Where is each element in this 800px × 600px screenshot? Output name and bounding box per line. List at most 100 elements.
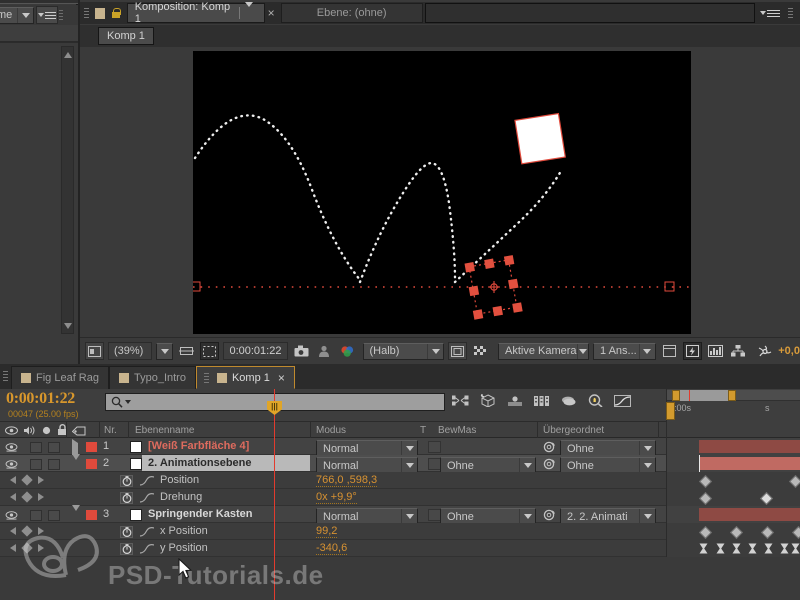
timeline-current-time[interactable]: 0:00:01:22 — [6, 390, 75, 408]
property-value[interactable]: 99,2 — [316, 525, 338, 538]
layer-duration-bar[interactable] — [699, 440, 800, 453]
current-time-field[interactable]: 0:00:01:22 — [223, 342, 288, 360]
region-of-interest-icon[interactable] — [177, 342, 196, 360]
layer-track[interactable] — [666, 506, 800, 523]
table-row[interactable]: 1 [Weiß Farbfläche 4] Normal Ohne — [0, 438, 800, 464]
panel-grip[interactable] — [2, 369, 9, 383]
left-panel-dropdown[interactable]: me — [0, 6, 34, 24]
layer-name[interactable]: 2. Animationsebene — [148, 457, 252, 469]
always-preview-icon[interactable] — [85, 342, 104, 360]
graph-editor-set-icon[interactable] — [140, 493, 154, 503]
frame-blending-icon[interactable] — [533, 392, 550, 409]
channel-icon[interactable] — [338, 342, 357, 360]
property-value[interactable]: 0x +9,9° — [316, 491, 357, 504]
keyframe-marker[interactable] — [699, 475, 712, 488]
layer-duration-bar[interactable] — [699, 508, 800, 521]
table-row[interactable]: Position 766,0 ,598,3 — [0, 472, 800, 489]
pickwhip-icon[interactable] — [543, 509, 555, 521]
label-color-swatch[interactable] — [86, 510, 97, 520]
left-panel-scrollbar[interactable] — [61, 46, 74, 334]
keyframe-navigator[interactable] — [10, 491, 44, 503]
keyframe-marker[interactable] — [730, 526, 743, 539]
close-icon[interactable]: × — [278, 371, 285, 385]
motion-blur-icon[interactable] — [560, 392, 577, 409]
transparency-grid-icon[interactable] — [200, 342, 220, 360]
layer-name[interactable]: [Weiß Farbfläche 4] — [148, 440, 249, 452]
solo-toggle[interactable] — [30, 510, 42, 521]
eye-icon[interactable] — [5, 459, 18, 469]
table-row[interactable]: 2 2. Animationsebene Normal Ohne Ohne — [0, 454, 800, 477]
tab-fig-leaf-rag[interactable]: Fig Leaf Rag — [11, 366, 109, 389]
title-safe-icon[interactable] — [448, 342, 468, 360]
tab-typo-intro[interactable]: Typo_Intro — [108, 366, 196, 389]
graph-editor-icon[interactable] — [614, 392, 631, 409]
hide-shy-icon[interactable] — [506, 392, 523, 409]
label-color-swatch[interactable] — [86, 442, 97, 452]
eye-icon[interactable] — [5, 442, 18, 452]
hold-keyframe-marker[interactable] — [748, 543, 757, 554]
table-row[interactable]: Drehung 0x +9,9° — [0, 489, 800, 506]
keyframe-navigator[interactable] — [10, 525, 44, 537]
work-area-start-handle[interactable] — [672, 390, 680, 401]
composition-viewer[interactable] — [80, 47, 800, 337]
property-name[interactable]: y Position — [160, 542, 208, 554]
lock-toggle[interactable] — [48, 459, 60, 470]
hold-keyframe-marker[interactable] — [780, 543, 789, 554]
table-row[interactable]: y Position -340,6 — [0, 540, 800, 557]
property-track[interactable] — [666, 472, 800, 489]
views-dropdown[interactable]: 1 Ans... — [593, 342, 656, 360]
graph-editor-set-icon[interactable] — [140, 527, 154, 537]
eye-icon[interactable] — [5, 510, 18, 520]
layer-track[interactable] — [666, 438, 800, 455]
keyframe-navigator[interactable] — [10, 474, 44, 486]
composition-panel-menu[interactable] — [757, 4, 800, 22]
comp-flowchart-icon[interactable] — [729, 342, 748, 360]
lock-toggle[interactable] — [48, 510, 60, 521]
work-area-fill[interactable] — [675, 390, 735, 401]
stopwatch-icon[interactable] — [120, 492, 133, 504]
pickwhip-icon[interactable] — [543, 458, 555, 470]
subtab-komp1[interactable]: Komp 1 — [98, 27, 154, 45]
keyframe-marker[interactable] — [699, 526, 712, 539]
resolution-dropdown[interactable]: (Halb) — [362, 342, 445, 360]
property-name[interactable]: Drehung — [160, 491, 202, 503]
property-name[interactable]: Position — [160, 474, 199, 486]
hold-keyframe-marker[interactable] — [732, 543, 741, 554]
timeline-playhead[interactable]: ||| — [267, 389, 282, 600]
hold-keyframe-marker[interactable] — [716, 543, 725, 554]
lock-icon[interactable] — [110, 7, 121, 20]
chevron-down-icon[interactable] — [245, 2, 256, 19]
property-track[interactable] — [666, 523, 800, 540]
work-area-end-handle[interactable] — [728, 390, 736, 401]
keyframe-marker-selected[interactable] — [760, 492, 773, 505]
grid-guides-icon[interactable] — [471, 342, 490, 360]
keyframe-marker[interactable] — [699, 492, 712, 505]
lock-toggle[interactable] — [48, 442, 60, 453]
tab-ebene-ohne[interactable]: Ebene: (ohne) — [280, 3, 423, 23]
property-name[interactable]: x Position — [160, 525, 208, 537]
graph-editor-set-icon[interactable] — [140, 544, 154, 554]
property-track[interactable] — [666, 489, 800, 506]
property-track[interactable] — [666, 540, 800, 557]
pixel-aspect-icon[interactable] — [660, 342, 679, 360]
keyframe-marker[interactable] — [792, 526, 800, 539]
panel-grip[interactable] — [83, 6, 90, 20]
scroll-down-icon[interactable] — [62, 319, 73, 332]
stopwatch-icon[interactable] — [120, 526, 133, 538]
keyframe-navigator[interactable] — [10, 542, 44, 554]
panel-menu-icon[interactable] — [36, 6, 58, 24]
pickwhip-icon[interactable] — [543, 441, 555, 453]
scroll-up-icon[interactable] — [62, 48, 73, 61]
keyframe-marker[interactable] — [761, 526, 774, 539]
stopwatch-icon[interactable] — [120, 475, 133, 487]
brainstorm-icon[interactable] — [587, 392, 604, 409]
layer-duration-bar[interactable] — [699, 457, 800, 470]
hold-keyframe-marker[interactable] — [791, 543, 800, 554]
tab-grip[interactable] — [203, 371, 210, 385]
panel-grip[interactable] — [58, 4, 64, 26]
graph-editor-set-icon[interactable] — [140, 476, 154, 486]
work-area-bar[interactable] — [667, 390, 800, 401]
show-snapshot-icon[interactable] — [315, 342, 334, 360]
stopwatch-icon[interactable] — [120, 543, 133, 555]
preserve-transparency-toggle[interactable] — [428, 441, 441, 453]
